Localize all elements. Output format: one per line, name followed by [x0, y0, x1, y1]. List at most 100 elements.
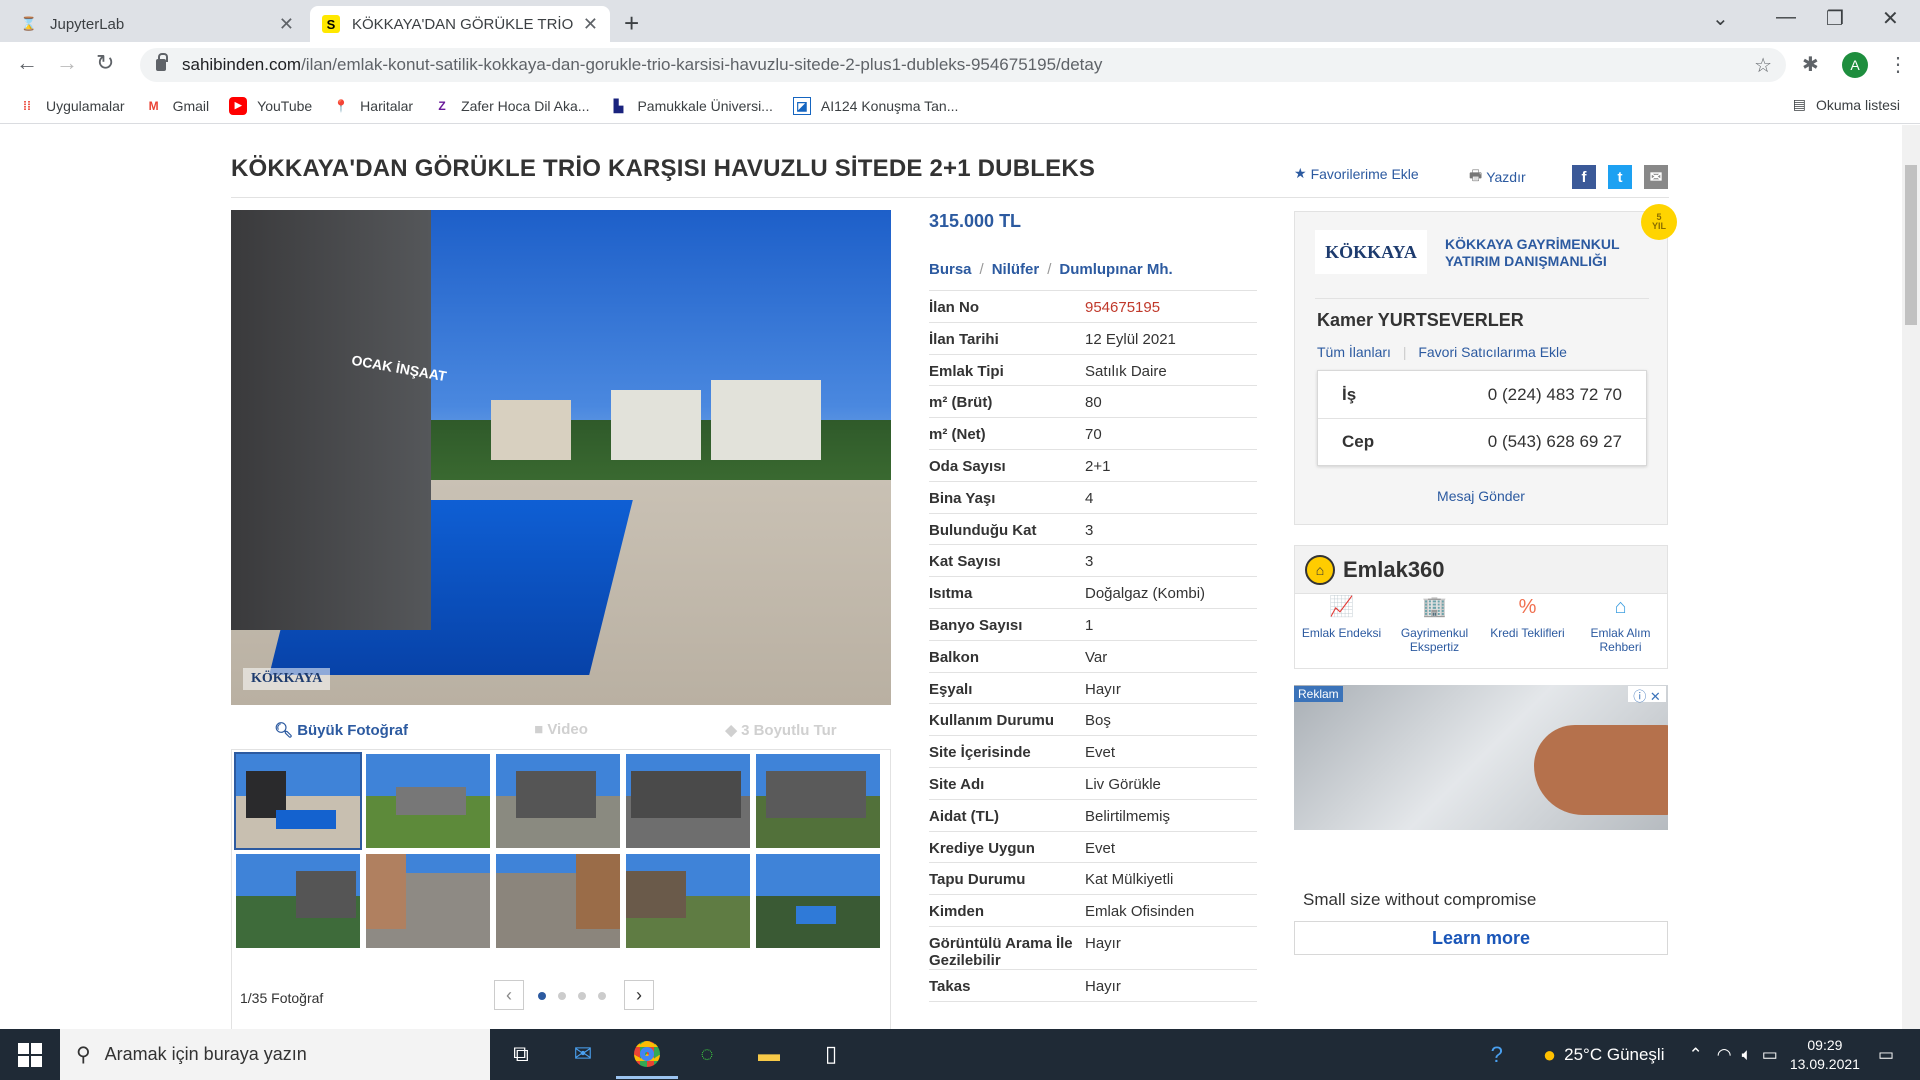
main-photo[interactable]: OCAK İNŞAAT KÖKKAYA — [231, 210, 891, 705]
bookmark-pamukkale[interactable]: ▙ Pamukkale Üniversi... — [609, 97, 773, 115]
page-dot[interactable] — [558, 992, 566, 1000]
task-view-icon[interactable]: ⧉ — [504, 1037, 538, 1071]
page-dot[interactable] — [598, 992, 606, 1000]
bookmark-star-icon[interactable]: ☆ — [1754, 53, 1772, 78]
reading-list[interactable]: ▤ Okuma listesi — [1793, 96, 1900, 113]
clock[interactable]: 09:29 13.09.2021 — [1790, 1036, 1860, 1074]
new-tab-button[interactable]: + — [624, 8, 639, 39]
close-tab-icon[interactable]: ✕ — [583, 14, 598, 35]
address-bar[interactable]: sahibinden.com/ilan/emlak-konut-satilik-… — [140, 48, 1786, 82]
thumbnail[interactable] — [366, 854, 490, 948]
thumbnail[interactable] — [626, 854, 750, 948]
wifi-icon[interactable]: ◠ — [1717, 1045, 1732, 1065]
bookmark-zafer[interactable]: Z Zafer Hoca Dil Aka... — [433, 97, 589, 115]
favorite-label: Favorilerime Ekle — [1310, 165, 1419, 182]
detail-row: İlan Tarihi 12 Eylül 2021 — [929, 323, 1257, 355]
windows-start-icon[interactable] — [18, 1043, 42, 1067]
tab-jupyterlab[interactable]: ⌛ JupyterLab ✕ — [8, 6, 306, 42]
next-page-button[interactable]: › — [624, 980, 654, 1010]
all-listings-link[interactable]: Tüm İlanları — [1317, 344, 1391, 360]
ad-image[interactable] — [1294, 685, 1668, 830]
thumbnail[interactable] — [756, 854, 880, 948]
restore-icon[interactable]: ❐ — [1826, 6, 1844, 31]
separator: / — [1047, 261, 1052, 278]
bookmark-maps[interactable]: 📍 Haritalar — [332, 97, 413, 115]
volume-icon[interactable]: 🔈︎ — [1742, 1045, 1752, 1065]
detail-value: Boş — [1085, 712, 1111, 730]
print-link[interactable]: 🖶 Yazdır — [1469, 165, 1526, 189]
tab-big-photo[interactable]: 🔍︎ Büyük Fotoğraf — [231, 721, 451, 739]
bookmark-ai124[interactable]: ◪ AI124 Konuşma Tan... — [792, 96, 959, 115]
detail-value: Var — [1085, 648, 1108, 666]
tab-search-icon[interactable]: ⌄ — [1712, 6, 1729, 31]
thumbnail[interactable] — [234, 752, 362, 850]
bookmark-apps[interactable]: ⁞⁞ Uygulamalar — [18, 97, 125, 115]
file-explorer-icon[interactable]: ▬ — [752, 1037, 786, 1071]
reload-icon[interactable]: ↻ — [96, 50, 114, 76]
magnifier-icon: 🔍︎ — [273, 721, 298, 739]
expertise-link[interactable]: 🏢 Gayrimenkul Ekspertiz — [1388, 597, 1481, 654]
detail-value: 12 Eylül 2021 — [1085, 330, 1176, 348]
back-icon[interactable]: ← — [16, 50, 38, 76]
jupyter-icon: ⌛ — [20, 16, 38, 31]
minimize-icon[interactable]: — — [1776, 6, 1796, 29]
mail-app-icon[interactable]: ✉ — [566, 1037, 600, 1071]
facebook-share-icon[interactable]: f — [1572, 165, 1596, 189]
emlak-index-link[interactable]: 📈 Emlak Endeksi — [1295, 597, 1388, 654]
bookmark-label: AI124 Konuşma Tan... — [820, 97, 959, 114]
ai124-icon: ◪ — [792, 96, 811, 115]
forward-icon[interactable]: → — [56, 50, 78, 76]
thumbnail[interactable] — [496, 754, 620, 848]
emlak360-header[interactable]: ⌂ Emlak360 — [1295, 546, 1667, 594]
favorite-seller-link[interactable]: Favori Satıcılarıma Ekle — [1418, 344, 1567, 360]
seller-logo[interactable]: KÖKKAYA — [1315, 230, 1427, 274]
scrollbar-thumb[interactable] — [1905, 165, 1917, 325]
buying-guide-link[interactable]: ⌂ Emlak Alım Rehberi — [1574, 597, 1667, 654]
close-tab-icon[interactable]: ✕ — [279, 14, 294, 35]
menu-icon[interactable]: ⋮ — [1888, 52, 1908, 77]
seller-company-name[interactable]: KÖKKAYA GAYRİMENKUL YATIRIM DANIŞMANLIĞI — [1445, 236, 1620, 270]
notifications-icon[interactable]: ▭ — [1878, 1045, 1894, 1065]
battery-icon[interactable]: ▭ — [1762, 1045, 1778, 1065]
email-share-icon[interactable]: ✉ — [1644, 165, 1668, 189]
location-district[interactable]: Nilüfer — [992, 261, 1040, 278]
add-to-favorites-link[interactable]: ★ Favorilerime Ekle — [1294, 165, 1419, 182]
phone-number[interactable]: 0 (224) 483 72 70 — [1478, 385, 1622, 405]
tab-3d-tour[interactable]: ◆ 3 Boyutlu Tur — [671, 721, 891, 739]
thumbnail[interactable] — [756, 754, 880, 848]
send-message-link[interactable]: Mesaj Gönder — [1295, 488, 1667, 504]
twitter-share-icon[interactable]: t — [1608, 165, 1632, 189]
location-city[interactable]: Bursa — [929, 261, 972, 278]
thumbnail[interactable] — [366, 754, 490, 848]
youtube-icon: ▶ — [229, 96, 248, 115]
weather-text[interactable]: 25°C Güneşli — [1564, 1045, 1664, 1065]
ad-close-icon[interactable]: ⓘ ✕ — [1628, 686, 1666, 704]
thumbnail[interactable] — [236, 854, 360, 948]
help-icon[interactable]: ? — [1491, 1042, 1503, 1068]
credit-offers-link[interactable]: % Kredi Teklifleri — [1481, 597, 1574, 654]
tab-sahibinden[interactable]: S KÖKKAYA'DAN GÖRÜKLE TRİO KA ✕ — [310, 6, 610, 42]
thumbnail[interactable] — [626, 754, 750, 848]
close-window-icon[interactable]: ✕ — [1882, 6, 1899, 31]
location-neighborhood[interactable]: Dumlupınar Mh. — [1059, 261, 1172, 278]
chrome-app-icon[interactable] — [616, 1037, 678, 1079]
taskbar-search[interactable]: ⚲ Aramak için buraya yazın — [60, 1029, 490, 1080]
bookmark-youtube[interactable]: ▶ YouTube — [229, 96, 312, 115]
phone-work: İş 0 (224) 483 72 70 — [1318, 371, 1646, 418]
chevron-up-icon[interactable]: ⌃ — [1689, 1045, 1703, 1065]
extensions-icon[interactable]: ✱ — [1802, 52, 1819, 77]
page-dot[interactable] — [538, 992, 546, 1000]
prev-page-button[interactable]: ‹ — [494, 980, 524, 1010]
detail-key: Balkon — [929, 648, 980, 666]
document-app-icon[interactable]: ▯ — [814, 1037, 848, 1071]
profile-avatar[interactable]: A — [1842, 52, 1868, 78]
page-dot[interactable] — [578, 992, 586, 1000]
refresh-app-icon[interactable]: ◌ — [690, 1037, 724, 1071]
tab-video[interactable]: ■ Video — [451, 721, 671, 738]
ad-learn-more-button[interactable]: Learn more — [1294, 921, 1668, 955]
bookmark-gmail[interactable]: M Gmail — [145, 97, 210, 115]
phone-number[interactable]: 0 (543) 628 69 27 — [1478, 432, 1622, 452]
detail-key: Aidat (TL) — [929, 807, 999, 825]
thumbnail[interactable] — [496, 854, 620, 948]
page-scrollbar[interactable] — [1902, 125, 1920, 1029]
